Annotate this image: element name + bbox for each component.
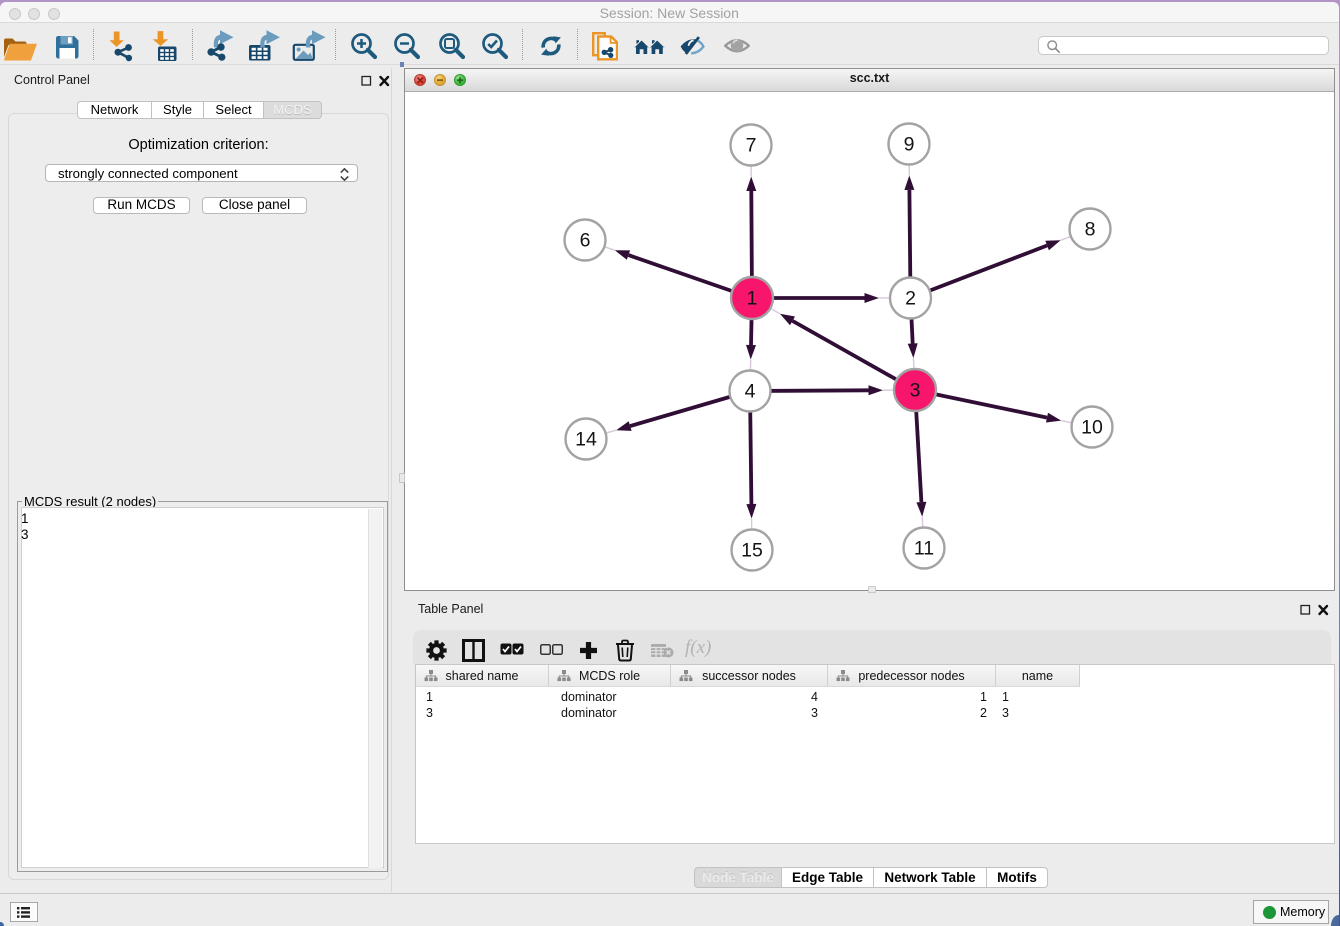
- svg-text:1: 1: [747, 288, 758, 310]
- svg-text:3: 3: [910, 380, 921, 402]
- svg-text:8: 8: [1085, 219, 1096, 241]
- svg-text:6: 6: [580, 230, 591, 252]
- svg-text:14: 14: [575, 429, 597, 451]
- svg-text:15: 15: [741, 540, 763, 562]
- svg-text:9: 9: [904, 134, 915, 156]
- svg-text:2: 2: [905, 288, 916, 310]
- svg-text:7: 7: [746, 135, 757, 157]
- svg-text:11: 11: [914, 538, 934, 560]
- svg-text:10: 10: [1081, 417, 1103, 439]
- svg-text:4: 4: [745, 381, 756, 403]
